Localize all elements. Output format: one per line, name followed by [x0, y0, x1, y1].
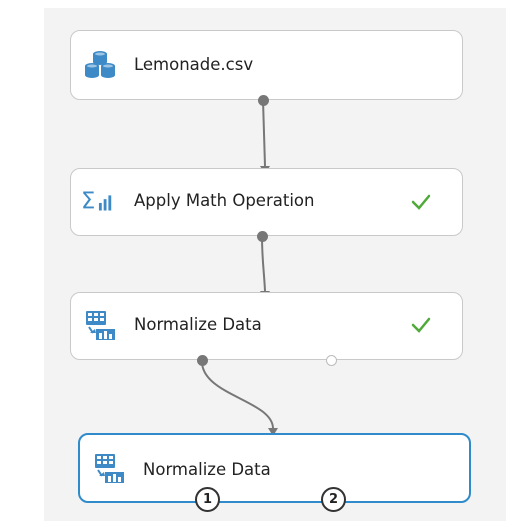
output-port-1[interactable] — [197, 355, 208, 366]
module-label: Lemonade.csv — [134, 55, 254, 74]
dataset-icon — [83, 50, 117, 80]
output-port[interactable] — [258, 95, 269, 106]
output-port[interactable] — [257, 231, 268, 242]
checkmark-icon — [411, 315, 431, 335]
module-apply-math-operation[interactable]: Σ Apply Math Operation — [70, 168, 463, 242]
module-label: Apply Math Operation — [134, 191, 315, 210]
normalize-data-icon — [92, 453, 126, 483]
module-label: Normalize Data — [143, 460, 271, 479]
module-normalize-data-selected[interactable]: Normalize Data 1 2 — [78, 433, 471, 512]
output-port-1-badge[interactable]: 1 — [195, 487, 220, 512]
svg-text:Σ: Σ — [81, 189, 95, 215]
output-port-2[interactable] — [326, 355, 337, 366]
normalize-data-icon — [83, 310, 117, 340]
experiment-canvas: Lemonade.csv Σ Apply Math Operation Norm… — [0, 0, 520, 521]
module-normalize-data[interactable]: Normalize Data — [70, 292, 463, 366]
output-port-2-badge[interactable]: 2 — [321, 487, 346, 512]
module-lemonade-csv[interactable]: Lemonade.csv — [70, 30, 463, 106]
sigma-chart-icon: Σ — [81, 187, 115, 217]
checkmark-icon — [411, 192, 431, 212]
module-label: Normalize Data — [134, 315, 262, 334]
